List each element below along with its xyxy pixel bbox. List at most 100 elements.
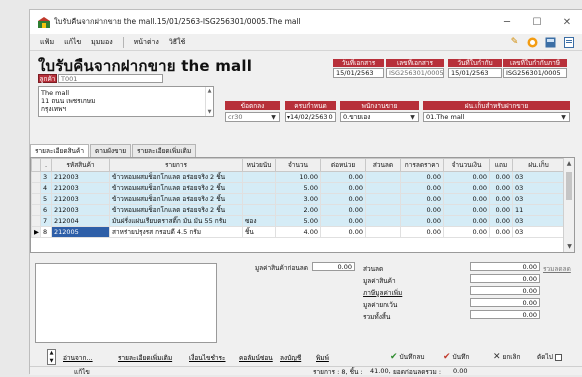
menu-window[interactable]: หน้าต่าง bbox=[134, 37, 159, 48]
customer-code-input[interactable]: T001 bbox=[58, 74, 163, 83]
cell-location[interactable]: 03 bbox=[512, 226, 565, 238]
cell-indicator[interactable] bbox=[31, 215, 41, 227]
col-amount[interactable]: จำนวนเงิน bbox=[443, 158, 490, 172]
table-row[interactable]: 4 212003 ข้าวหอมผสมช็อกโกแลต อร่อยจริง 2 ช… bbox=[31, 182, 565, 194]
cell-price-reduction[interactable]: 0.00 bbox=[400, 215, 444, 227]
due-date-input[interactable]: ▾ 14/02/2563 0 bbox=[285, 112, 336, 122]
cell-code[interactable]: 212003 bbox=[51, 193, 110, 205]
cell-location[interactable]: 03 bbox=[512, 171, 565, 183]
col-qty[interactable]: จำนวน bbox=[275, 158, 321, 172]
cell-description[interactable]: ข้าวหอมผสมช็อกโกแลต อร่อยจริง 2 ชิ้น bbox=[109, 182, 243, 194]
save-button[interactable]: ✔ บันทึก bbox=[443, 350, 469, 364]
col-location[interactable]: ฝน.เก็บ bbox=[512, 158, 565, 172]
cell-free[interactable]: 0.00 bbox=[489, 215, 513, 227]
cell-row-no[interactable]: 7 bbox=[40, 215, 52, 227]
cell-row-no[interactable]: 3 bbox=[40, 171, 52, 183]
help-icon[interactable] bbox=[525, 35, 540, 49]
cell-row-no[interactable]: 5 bbox=[40, 193, 52, 205]
cell-unit[interactable]: ซอง bbox=[242, 215, 276, 227]
cell-unit[interactable]: ชิ้น bbox=[242, 226, 276, 238]
cell-free[interactable]: 0.00 bbox=[489, 193, 513, 205]
discount-value[interactable]: 0.00 bbox=[470, 262, 540, 271]
sales-select[interactable]: 0.ขายเอง ▼ bbox=[340, 112, 419, 122]
save-draft-button[interactable]: ✔ บันทึกลบ bbox=[390, 350, 424, 364]
cell-discount[interactable] bbox=[365, 182, 401, 194]
doc-date-input[interactable]: 15/01/2563 bbox=[333, 68, 384, 78]
menu-view[interactable]: มุมมอง bbox=[91, 37, 112, 48]
table-row[interactable]: 7 212004 มันฝรั่งแผ่นเรียบตราสติ๊ก มัน มัน… bbox=[31, 215, 565, 227]
minimize-icon[interactable]: ─ bbox=[492, 10, 522, 34]
spin-up-icon[interactable]: ▲ bbox=[50, 350, 54, 356]
cell-amount[interactable]: 0.00 bbox=[443, 182, 490, 194]
print-link[interactable]: พิมพ์ bbox=[316, 353, 329, 363]
ref-no-input[interactable]: ISG256301/0005 bbox=[503, 68, 567, 78]
cell-qty[interactable]: 5.00 bbox=[275, 182, 321, 194]
col-unit[interactable]: หน่วยนับ bbox=[242, 158, 276, 172]
cell-discount[interactable] bbox=[365, 204, 401, 216]
table-row[interactable]: 6 212003 ข้าวหอมผสมช็อกโกแลต อร่อยจริง 2 ช… bbox=[31, 204, 565, 216]
cell-row-no[interactable]: 6 bbox=[40, 204, 52, 216]
cell-location[interactable]: 03 bbox=[512, 193, 565, 205]
cell-indicator[interactable]: ▶ bbox=[31, 226, 41, 238]
address-scrollbar[interactable]: ▲ ▼ bbox=[205, 87, 213, 116]
menu-file[interactable]: แฟ้ม bbox=[40, 37, 54, 48]
cell-discount[interactable] bbox=[365, 226, 401, 238]
cell-location[interactable]: 03 bbox=[512, 182, 565, 194]
cell-description[interactable]: ข้าวหอมผสมช็อกโกแลต อร่อยจริง 2 ชิ้น bbox=[109, 193, 243, 205]
cell-discount[interactable] bbox=[365, 171, 401, 183]
cell-qty[interactable]: 2.00 bbox=[275, 204, 321, 216]
col-discount[interactable]: ส่วนลด bbox=[365, 158, 401, 172]
cell-indicator[interactable] bbox=[31, 204, 41, 216]
doc-no-input[interactable]: ISG256301/0005 bbox=[386, 68, 444, 78]
customer-address-box[interactable]: The mall 11 ถนน เพชรเกษม กรุงเทพฯ ▲ ▼ bbox=[38, 86, 214, 117]
cell-indicator[interactable] bbox=[31, 171, 41, 183]
cell-description[interactable]: สาหร่ายปรุงรส กรอบดี 4.5 กรัม bbox=[109, 226, 243, 238]
cell-amount[interactable]: 0.00 bbox=[443, 204, 490, 216]
cell-unit[interactable] bbox=[242, 204, 276, 216]
cell-unit-price[interactable]: 0.00 bbox=[320, 226, 366, 238]
hidden-columns-link[interactable]: คอลัมน์ซ่อน bbox=[239, 353, 273, 363]
cell-description[interactable]: ข้าวหอมผสมช็อกโกแลต อร่อยจริง 2 ชิ้น bbox=[109, 204, 243, 216]
chevron-down-icon[interactable]: ▼ bbox=[559, 114, 568, 121]
cell-discount[interactable] bbox=[365, 215, 401, 227]
cell-qty[interactable]: 4.00 bbox=[275, 226, 321, 238]
close-icon[interactable]: ✕ bbox=[552, 10, 582, 34]
cell-location[interactable]: 11 bbox=[512, 204, 565, 216]
items-grid[interactable]: . รหัสสินค้า รายการ หน่วยนับ จำนวน ต่อหน… bbox=[30, 157, 575, 253]
col-unit-price[interactable]: ต่อหน่วย bbox=[320, 158, 366, 172]
grid-scrollbar[interactable]: ▲ ▼ bbox=[563, 158, 574, 252]
cancel-button[interactable]: ✕ ยกเลิก bbox=[493, 350, 520, 364]
ref-date-input[interactable]: 15/01/2563 bbox=[448, 68, 502, 78]
chevron-down-icon[interactable]: ▼ bbox=[408, 114, 417, 121]
cell-free[interactable]: 0.00 bbox=[489, 171, 513, 183]
cell-indicator[interactable] bbox=[31, 193, 41, 205]
cell-price-reduction[interactable]: 0.00 bbox=[400, 171, 444, 183]
branch-select[interactable]: 01.The mall ▼ bbox=[423, 112, 570, 122]
cell-description[interactable]: ข้าวหอมผสมช็อกโกแลต อร่อยจริง 2 ชิ้น bbox=[109, 171, 243, 183]
cell-amount[interactable]: 0.00 bbox=[443, 215, 490, 227]
cell-unit-price[interactable]: 0.00 bbox=[320, 182, 366, 194]
tab-sales-chart[interactable]: ตามผังขาย bbox=[90, 144, 132, 157]
cell-price-reduction[interactable]: 0.00 bbox=[400, 204, 444, 216]
cell-code[interactable]: 212004 bbox=[51, 215, 110, 227]
cell-location[interactable]: 03 bbox=[512, 215, 565, 227]
menu-edit[interactable]: แก้ไข bbox=[64, 37, 81, 48]
tab-more-details[interactable]: รายละเอียดเพิ่มเติม bbox=[132, 144, 197, 157]
cell-unit[interactable] bbox=[242, 171, 276, 183]
memo-textarea[interactable] bbox=[35, 263, 217, 343]
cell-code[interactable]: 212003 bbox=[51, 171, 110, 183]
cell-price-reduction[interactable]: 0.00 bbox=[400, 182, 444, 194]
more-details-link[interactable]: รายละเอียดเพิ่มเติม bbox=[118, 353, 172, 363]
table-row[interactable]: 5 212003 ข้าวหอมผสมช็อกโกแลต อร่อยจริง 2 ช… bbox=[31, 193, 565, 205]
vat-label-link[interactable]: ภาษีมูลค่าเพิ่ม bbox=[363, 288, 402, 298]
cell-price-reduction[interactable]: 0.00 bbox=[400, 226, 444, 238]
cell-amount[interactable]: 0.00 bbox=[443, 171, 490, 183]
spin-down-icon[interactable]: ▼ bbox=[50, 358, 54, 364]
cell-unit-price[interactable]: 0.00 bbox=[320, 215, 366, 227]
cell-amount[interactable]: 0.00 bbox=[443, 226, 490, 238]
cell-unit[interactable] bbox=[242, 182, 276, 194]
table-row[interactable]: 3 212003 ข้าวหอมผสมช็อกโกแลต อร่อยจริง 2 ช… bbox=[31, 171, 565, 183]
col-free[interactable]: แถม bbox=[489, 158, 513, 172]
cell-unit-price[interactable]: 0.00 bbox=[320, 204, 366, 216]
post-account-link[interactable]: ลงบัญชี bbox=[280, 353, 301, 363]
